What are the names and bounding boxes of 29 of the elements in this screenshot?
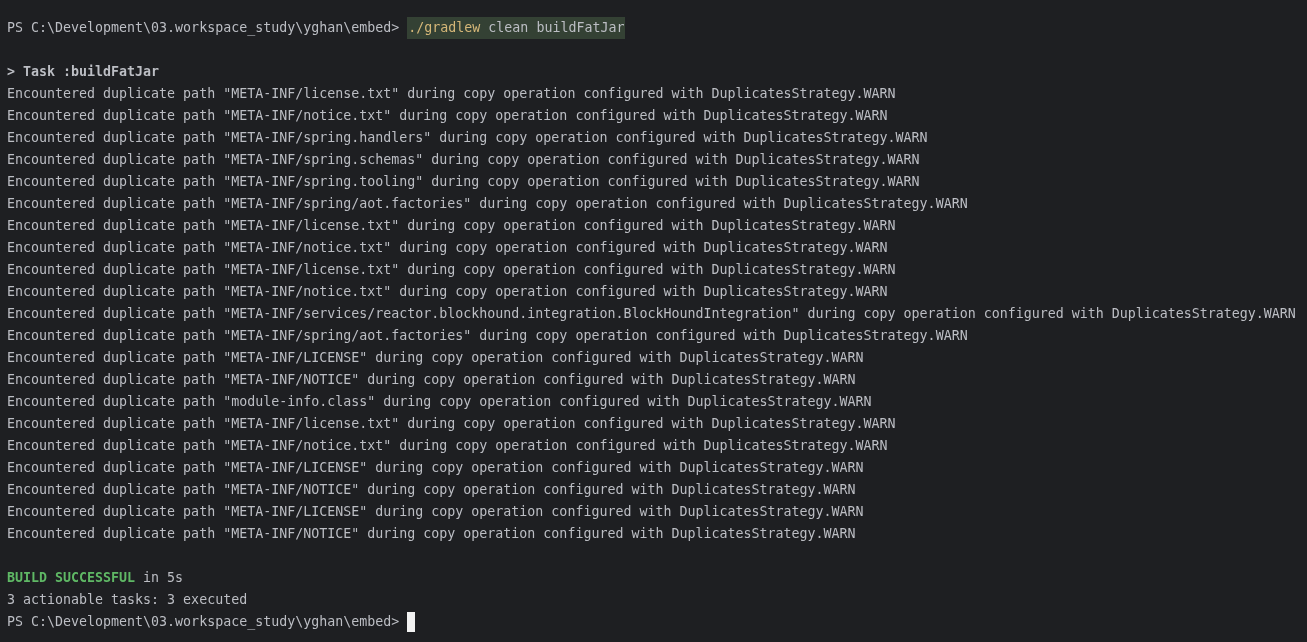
output-line: Encountered duplicate path "META-INF/license.txt" during copy operation configured with DuplicatesStrategy.WARN — [7, 261, 896, 279]
output-line: Encountered duplicate path "META-INF/license.txt" during copy operation configured with DuplicatesStrategy.WARN — [7, 217, 896, 235]
output-line: Encountered duplicate path "META-INF/LICENSE" during copy operation configured with DuplicatesStrategy.WARN — [7, 349, 864, 367]
output-line: Encountered duplicate path "module-info.class" during copy operation configured with DuplicatesStrategy.WARN — [7, 393, 872, 411]
task-header: > Task :buildFatJar — [7, 63, 160, 81]
output-line: Encountered duplicate path "META-INF/notice.txt" during copy operation configured with DuplicatesStrategy.WARN — [7, 239, 888, 257]
text-cursor — [407, 612, 416, 632]
prompt-text: PS C:\Development\03.workspace_study\yghan\embed> — [7, 19, 400, 38]
output-line: Encountered duplicate path "META-INF/notice.txt" during copy operation configured with DuplicatesStrategy.WARN — [7, 283, 888, 301]
prompt-text: PS C:\Development\03.workspace_study\yghan\embed> — [7, 613, 400, 632]
build-status: BUILD SUCCESSFUL — [7, 569, 136, 587]
command-text: ./gradlew clean buildFatJar — [407, 17, 626, 39]
output-line: Encountered duplicate path "META-INF/NOTICE" during copy operation configured with DuplicatesStrategy.WARN — [7, 481, 856, 499]
output-line: Encountered duplicate path "META-INF/LICENSE" during copy operation configured with DuplicatesStrategy.WARN — [7, 503, 864, 521]
build-duration: in 5s — [143, 569, 184, 587]
output-line: Encountered duplicate path "META-INF/spring/aot.factories" during copy operation configured with DuplicatesStrategy.WARN — [7, 195, 968, 213]
output-line: Encountered duplicate path "META-INF/notice.txt" during copy operation configured with DuplicatesStrategy.WARN — [7, 437, 888, 455]
output-line: Encountered duplicate path "META-INF/spring.tooling" during copy operation configured with DuplicatesStrategy.WARN — [7, 173, 920, 191]
output-line: Encountered duplicate path "META-INF/spring.schemas" during copy operation configured with DuplicatesStrategy.WARN — [7, 151, 920, 169]
output-line: Encountered duplicate path "META-INF/spring/aot.factories" during copy operation configured with DuplicatesStrategy.WARN — [7, 327, 968, 345]
output-line: Encountered duplicate path "META-INF/notice.txt" during copy operation configured with DuplicatesStrategy.WARN — [7, 107, 888, 125]
output-line: Encountered duplicate path "META-INF/spring.handlers" during copy operation configured with DuplicatesStrategy.WARN — [7, 129, 928, 147]
output-line: Encountered duplicate path "META-INF/LICENSE" during copy operation configured with DuplicatesStrategy.WARN — [7, 459, 864, 477]
output-line: 3 actionable tasks: 3 executed — [7, 591, 248, 609]
output-line: Encountered duplicate path "META-INF/license.txt" during copy operation configured with DuplicatesStrategy.WARN — [7, 415, 896, 433]
output-line: Encountered duplicate path "META-INF/NOTICE" during copy operation configured with DuplicatesStrategy.WARN — [7, 371, 856, 389]
output-line: Encountered duplicate path "META-INF/services/reactor.blockhound.integration.BlockHoundIntegration" during copy operation configured with DuplicatesStrategy.WARN — [7, 305, 1296, 323]
output-line: Encountered duplicate path "META-INF/license.txt" during copy operation configured with DuplicatesStrategy.WARN — [7, 85, 896, 103]
output-line: Encountered duplicate path "META-INF/NOTICE" during copy operation configured with DuplicatesStrategy.WARN — [7, 525, 856, 543]
